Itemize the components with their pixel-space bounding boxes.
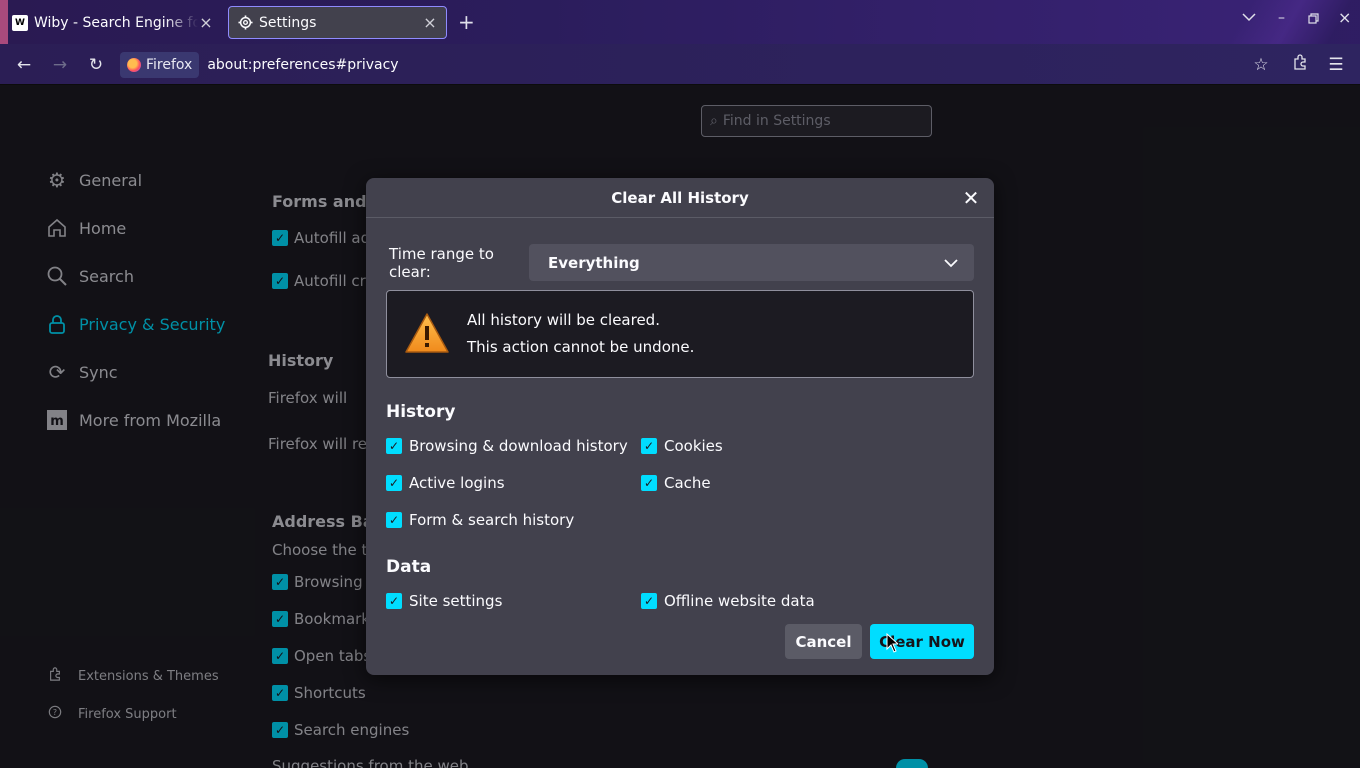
time-range-value: Everything [548,253,640,272]
checkbox-label: Active logins [409,474,505,492]
back-icon[interactable]: ← [12,53,36,77]
warning-box: All history will be cleared. This action… [386,290,974,378]
url-bar[interactable]: Firefox about:preferences#privacy [120,50,1285,79]
identity-box[interactable]: Firefox [120,51,200,78]
check-icon: ✓ [641,438,657,454]
dialog-title: Clear All History [611,188,749,207]
navigation-toolbar: ← → ↻ Firefox about:preferences#privacy … [0,44,1360,85]
extensions-icon[interactable] [1288,53,1312,77]
offline-website-data-checkbox[interactable]: ✓ Offline website data [641,592,815,610]
restore-icon[interactable] [1308,12,1319,28]
menu-icon[interactable]: ☰ [1324,53,1348,77]
mouse-cursor-icon [886,633,898,653]
identity-label: Firefox [146,56,193,73]
close-icon[interactable]: ✕ [960,186,982,210]
tab-wiby[interactable]: W Wiby - Search Engine for the Classic W… [4,6,222,39]
warning-line-2: This action cannot be undone. [467,338,695,356]
checkbox-label: Form & search history [409,511,575,529]
check-icon: ✓ [386,593,402,609]
check-icon: ✓ [641,593,657,609]
gear-icon [237,15,253,31]
close-tab-icon[interactable]: × [422,13,438,32]
check-icon: ✓ [386,438,402,454]
forward-icon[interactable]: → [48,53,72,77]
check-icon: ✓ [641,475,657,491]
history-section-heading: History [386,402,456,422]
minimize-icon[interactable]: – [1278,10,1285,26]
check-icon: ✓ [386,475,402,491]
browsing-download-history-checkbox[interactable]: ✓ Browsing & download history [386,437,628,455]
checkbox-label: Cache [664,474,711,492]
new-tab-icon[interactable]: + [458,10,475,34]
url-text[interactable]: about:preferences#privacy [207,57,398,73]
checkbox-label: Site settings [409,592,503,610]
list-all-tabs-icon[interactable] [1242,10,1256,26]
active-logins-checkbox[interactable]: ✓ Active logins [386,474,505,492]
time-range-select[interactable]: Everything [529,244,974,281]
check-icon: ✓ [386,512,402,528]
wiby-icon: W [12,14,28,31]
checkbox-label: Cookies [664,437,723,455]
tab-strip: W Wiby - Search Engine for the Classic W… [0,0,1360,44]
close-window-icon[interactable]: × [1338,8,1351,27]
firefox-logo-icon [127,57,141,72]
cache-checkbox[interactable]: ✓ Cache [641,474,711,492]
site-settings-checkbox[interactable]: ✓ Site settings [386,592,502,610]
warning-icon [404,312,450,358]
chevron-down-icon [944,254,958,272]
tab-settings[interactable]: Settings × [228,6,447,39]
checkbox-label: Offline website data [664,592,815,610]
close-tab-icon[interactable]: × [198,13,214,32]
data-section-heading: Data [386,557,432,577]
cancel-button[interactable]: Cancel [785,624,862,659]
warning-line-1: All history will be cleared. [467,311,660,329]
tab-label: Settings [259,14,317,31]
clear-history-dialog: Clear All History ✕ Time range to clear:… [366,178,994,675]
bookmark-star-icon[interactable]: ☆ [1249,53,1273,77]
checkbox-label: Browsing & download history [409,437,628,455]
time-range-row: Time range to clear: Everything [389,244,974,281]
time-range-label: Time range to clear: [389,244,494,281]
cookies-checkbox[interactable]: ✓ Cookies [641,437,723,455]
dialog-header: Clear All History ✕ [366,178,994,218]
reload-icon[interactable]: ↻ [84,53,108,77]
form-search-history-checkbox[interactable]: ✓ Form & search history [386,511,574,529]
tab-label: Wiby - Search Engine for the Classic Web [34,14,198,31]
